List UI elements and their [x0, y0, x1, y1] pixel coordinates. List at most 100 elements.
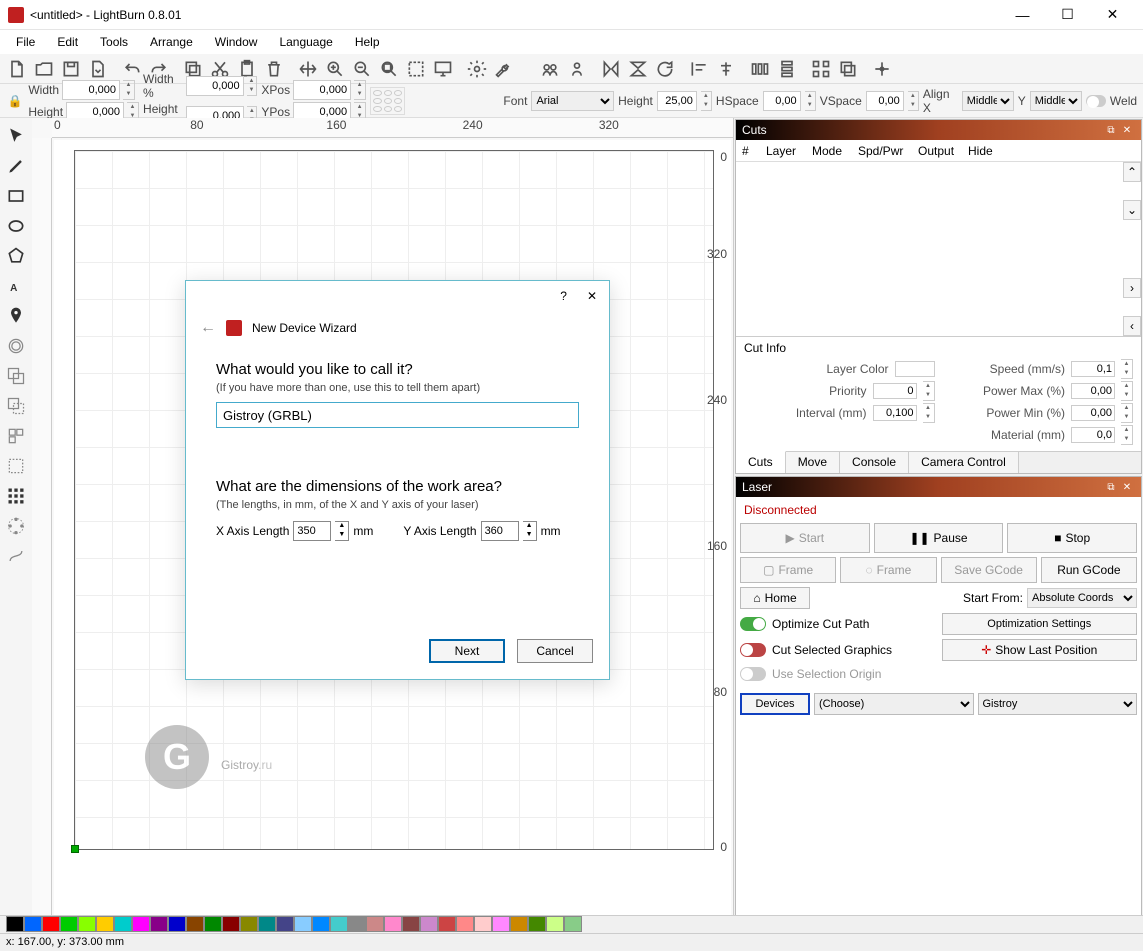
palette-color-10[interactable] — [186, 916, 204, 932]
palette-color-18[interactable] — [330, 916, 348, 932]
array-tool-icon[interactable] — [2, 422, 30, 450]
palette-color-23[interactable] — [420, 916, 438, 932]
port-select[interactable]: (Choose) — [814, 693, 974, 715]
settings-icon[interactable] — [464, 56, 490, 82]
wrench-icon[interactable] — [491, 56, 517, 82]
circle-array-icon[interactable] — [2, 512, 30, 540]
interval-input[interactable] — [873, 405, 917, 421]
align-left-icon[interactable] — [686, 56, 712, 82]
modal-close-icon[interactable]: ✕ — [587, 289, 597, 303]
x-axis-input[interactable] — [293, 521, 331, 541]
pen-tool-icon[interactable] — [2, 152, 30, 180]
flip-v-icon[interactable] — [625, 56, 651, 82]
menu-language[interactable]: Language — [269, 32, 342, 52]
origin-icon[interactable] — [869, 56, 895, 82]
monitor-icon[interactable] — [430, 56, 456, 82]
palette-color-2[interactable] — [42, 916, 60, 932]
y-spinner[interactable]: ▲▼ — [523, 521, 537, 541]
tab-move[interactable]: Move — [786, 452, 840, 473]
select-tool-icon[interactable] — [2, 122, 30, 150]
menu-edit[interactable]: Edit — [47, 32, 88, 52]
palette-color-12[interactable] — [222, 916, 240, 932]
tab-cuts[interactable]: Cuts — [736, 451, 786, 473]
palette-color-19[interactable] — [348, 916, 366, 932]
font-select[interactable]: Arial — [531, 91, 614, 111]
widthp-input[interactable] — [186, 76, 244, 96]
palette-color-15[interactable] — [276, 916, 294, 932]
palette-color-31[interactable] — [564, 916, 582, 932]
close-button[interactable]: ✕ — [1090, 0, 1135, 30]
speed-input[interactable] — [1071, 361, 1115, 377]
palette-color-22[interactable] — [402, 916, 420, 932]
palette-color-30[interactable] — [546, 916, 564, 932]
zoom-in-icon[interactable] — [322, 56, 348, 82]
priority-input[interactable] — [873, 383, 917, 399]
text-tool-icon[interactable]: A — [2, 272, 30, 300]
save-gcode-button[interactable]: Save GCode — [941, 557, 1037, 583]
next-button[interactable]: Next — [429, 639, 505, 663]
layer-color-swatch[interactable] — [895, 361, 935, 377]
lock-icon[interactable]: 🔒 — [6, 84, 24, 118]
vspace-input[interactable] — [866, 91, 904, 111]
palette-color-20[interactable] — [366, 916, 384, 932]
palette-color-16[interactable] — [294, 916, 312, 932]
palette-color-3[interactable] — [60, 916, 78, 932]
palette-color-8[interactable] — [150, 916, 168, 932]
group-icon[interactable] — [537, 56, 563, 82]
material-input[interactable] — [1071, 427, 1115, 443]
startfrom-select[interactable]: Absolute Coords — [1027, 588, 1137, 608]
menu-help[interactable]: Help — [345, 32, 390, 52]
tab-camera[interactable]: Camera Control — [909, 452, 1019, 473]
opt-settings-button[interactable]: Optimization Settings — [942, 613, 1138, 635]
panel-close-icon[interactable]: ✕ — [1119, 482, 1135, 493]
palette-color-0[interactable] — [6, 916, 24, 932]
x-spinner[interactable]: ▲▼ — [335, 521, 349, 541]
zoom-fit-icon[interactable] — [376, 56, 402, 82]
palette-color-1[interactable] — [24, 916, 42, 932]
palette-color-11[interactable] — [204, 916, 222, 932]
weld-toggle[interactable] — [1086, 95, 1106, 107]
polygon-tool-icon[interactable] — [2, 242, 30, 270]
weld-tool-icon[interactable] — [2, 362, 30, 390]
menu-arrange[interactable]: Arrange — [140, 32, 203, 52]
cutsel-toggle[interactable] — [740, 643, 766, 657]
optimize-toggle[interactable] — [740, 617, 766, 631]
run-gcode-button[interactable]: Run GCode — [1041, 557, 1137, 583]
menu-file[interactable]: File — [6, 32, 45, 52]
open-icon[interactable] — [31, 56, 57, 82]
width-input[interactable] — [62, 80, 120, 100]
width-spinner[interactable]: ▲▼ — [123, 80, 135, 100]
rect-tool-icon[interactable] — [2, 182, 30, 210]
palette-color-7[interactable] — [132, 916, 150, 932]
align-center-icon[interactable] — [713, 56, 739, 82]
frame-rect-button[interactable]: ▢Frame — [740, 557, 836, 583]
ellipse-tool-icon[interactable] — [2, 212, 30, 240]
tab-console[interactable]: Console — [840, 452, 909, 473]
anchor-grid[interactable] — [370, 87, 405, 115]
aligny-select[interactable]: Middle — [1030, 91, 1082, 111]
boolean-icon[interactable] — [835, 56, 861, 82]
palette-color-5[interactable] — [96, 916, 114, 932]
select-frame-icon[interactable] — [403, 56, 429, 82]
stop-button[interactable]: ■Stop — [1007, 523, 1137, 553]
save-icon[interactable] — [58, 56, 84, 82]
xpos-input[interactable] — [293, 80, 351, 100]
palette-color-27[interactable] — [492, 916, 510, 932]
scroll-left-icon[interactable]: ‹ — [1123, 316, 1141, 336]
palette-color-6[interactable] — [114, 916, 132, 932]
import-icon[interactable] — [85, 56, 111, 82]
array-icon[interactable] — [808, 56, 834, 82]
palette-color-17[interactable] — [312, 916, 330, 932]
y-axis-input[interactable] — [481, 521, 519, 541]
flip-h-icon[interactable] — [598, 56, 624, 82]
palette-color-13[interactable] — [240, 916, 258, 932]
palette-color-26[interactable] — [474, 916, 492, 932]
scroll-down-icon[interactable]: ⌄ — [1123, 200, 1141, 220]
menu-window[interactable]: Window — [205, 32, 268, 52]
pmax-input[interactable] — [1071, 383, 1115, 399]
new-icon[interactable] — [4, 56, 30, 82]
path-tool-icon[interactable] — [2, 542, 30, 570]
zoom-out-icon[interactable] — [349, 56, 375, 82]
start-button[interactable]: ▶Start — [740, 523, 870, 553]
maximize-button[interactable]: ☐ — [1045, 0, 1090, 30]
